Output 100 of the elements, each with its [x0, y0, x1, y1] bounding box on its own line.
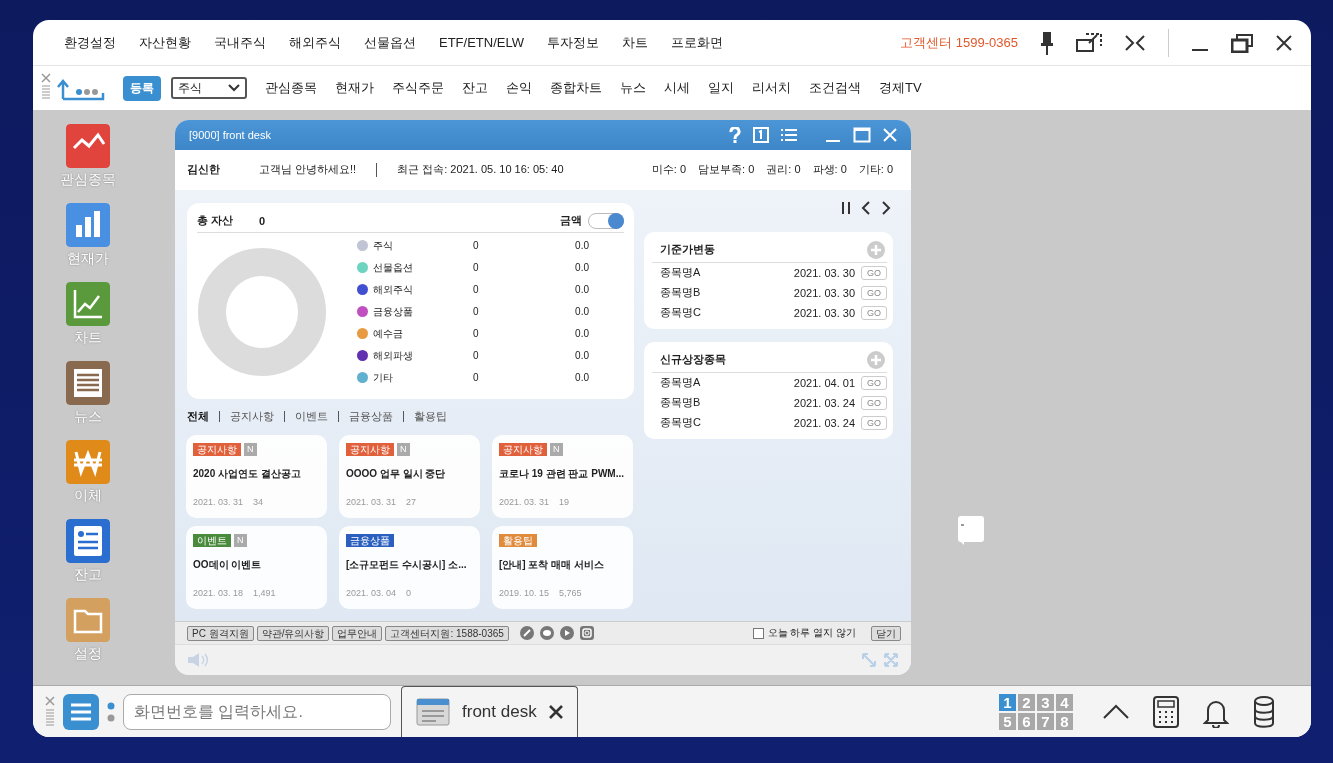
news-card[interactable]: 금융상품 [소규모펀드 수시공시] 소... 2021. 03. 04 0 — [339, 525, 480, 609]
stock-date: 2021. 04. 01 — [793, 376, 855, 389]
menu-icon[interactable] — [63, 693, 99, 730]
news-tab[interactable]: 전체 — [187, 411, 219, 423]
go-button[interactable]: GO — [861, 395, 887, 410]
view-count: 1,491 — [253, 587, 276, 598]
account-stat: 미수: 0 — [651, 162, 687, 178]
view-count: 34 — [253, 496, 264, 507]
news-card[interactable]: 공지사항 N 코로나 19 관련 판교 PWM... 2021. 03. 31 19 — [492, 434, 633, 518]
menu-icon[interactable] — [781, 127, 797, 142]
stock-date: 2021. 03. 24 — [793, 396, 855, 409]
news-card[interactable]: 공지사항 N 2020 사업연도 결산공고 2021. 03. 31 34 — [186, 434, 327, 518]
stock-date: 2021. 03. 24 — [793, 416, 855, 429]
stock-date: 2021. 03. 30 — [793, 286, 855, 299]
news-icon[interactable] — [66, 361, 110, 405]
video-play-icon[interactable] — [559, 626, 574, 641]
support-phone: 고객센터 1599-0365 — [900, 33, 1018, 52]
legend-label: 기타 — [373, 370, 394, 385]
database-icon[interactable] — [1253, 695, 1275, 728]
bar-chart-icon[interactable] — [66, 203, 110, 247]
toolbar-item[interactable]: 뉴스 — [620, 79, 646, 97]
toolbar-item[interactable]: 일지 — [708, 79, 734, 97]
news-tab[interactable]: 공지사항 — [219, 411, 284, 423]
menu-item[interactable]: 차트 — [622, 33, 648, 52]
go-button[interactable]: GO — [861, 415, 887, 430]
go-button[interactable]: GO — [861, 375, 887, 390]
go-button[interactable]: GO — [861, 265, 887, 280]
menu-item[interactable]: 해외주식 — [289, 33, 341, 52]
screen-number-field[interactable]: 화면번호를 입력하세요. — [123, 693, 391, 730]
footer-link-button[interactable]: 약관/유의사항 — [256, 625, 330, 641]
single-view-icon[interactable] — [753, 126, 769, 143]
legend-percent: 0.0 — [574, 372, 589, 384]
toolbar-item[interactable]: 주식주문 — [392, 79, 444, 97]
line-chart-icon[interactable] — [66, 282, 110, 326]
market-dropdown[interactable]: 주식 — [171, 77, 247, 99]
category-tag: 활용팁 — [499, 533, 537, 547]
news-tab[interactable]: 금융상품 — [338, 411, 403, 423]
news-tab[interactable]: 활용팁 — [403, 411, 457, 423]
next-icon[interactable] — [881, 200, 891, 215]
footer-link-button[interactable]: PC 원격지원 — [187, 625, 254, 641]
news-card[interactable]: 이벤트 N OO데이 이벤트 2021. 03. 18 1,491 — [186, 525, 327, 609]
won-icon[interactable] — [66, 440, 110, 484]
maximize-icon[interactable] — [853, 126, 871, 143]
legend-amount: 0 — [473, 262, 480, 274]
account-stat: 담보부족: 0 — [698, 162, 755, 178]
screen-capture-icon[interactable] — [1076, 32, 1102, 53]
menu-item[interactable]: 투자정보 — [547, 33, 599, 52]
toolbar-item[interactable]: 손익 — [506, 79, 532, 97]
close-icon[interactable] — [1275, 33, 1293, 52]
camera-icon[interactable] — [579, 626, 594, 641]
news-card[interactable]: 공지사항 N OOOO 업무 일시 중단 2021. 03. 31 27 — [339, 434, 480, 518]
toolbar-item[interactable]: 경제TV — [879, 79, 922, 97]
legend-amount: 0 — [473, 306, 480, 318]
menu-item[interactable]: 자산현황 — [139, 33, 191, 52]
close-icon[interactable] — [548, 705, 563, 719]
news-card[interactable]: 활용팁 [안내] 포착 매매 서비스 2019. 10. 15 5,765 — [492, 525, 633, 609]
news-date: 2021. 03. 31 — [346, 496, 397, 507]
window-tab-label[interactable]: front desk — [462, 702, 537, 722]
news-title: [안내] 포착 매매 서비스 — [499, 557, 604, 572]
menu-item[interactable]: 국내주식 — [214, 33, 266, 52]
toolbar-item[interactable]: 잔고 — [462, 79, 488, 97]
menu-item[interactable]: 환경설정 — [64, 33, 116, 52]
category-tag: 금융상품 — [346, 533, 394, 547]
pin-icon[interactable] — [1040, 30, 1054, 55]
news-tab[interactable]: 이벤트 — [284, 411, 338, 423]
stock-name: 종목명B — [660, 285, 701, 301]
chevron-up-icon[interactable] — [1103, 703, 1129, 720]
previous-icon[interactable] — [861, 200, 871, 215]
legend-percent: 0.0 — [574, 306, 589, 318]
go-button[interactable]: GO — [861, 305, 887, 320]
close-button[interactable]: 닫기 — [871, 625, 901, 641]
toolbar-item[interactable]: 종합차트 — [550, 79, 602, 97]
pause-icon[interactable] — [841, 200, 851, 215]
total-assets-value: 0 — [259, 214, 266, 227]
calculator-icon[interactable] — [1153, 695, 1179, 728]
toolbar-item[interactable]: 리서치 — [752, 79, 791, 97]
news-title: OOOO 업무 일시 중단 — [346, 466, 446, 481]
go-button[interactable]: GO — [861, 285, 887, 300]
toolbar-item[interactable]: 관심종목 — [265, 79, 317, 97]
help-icon[interactable] — [729, 126, 741, 143]
menu-item[interactable]: 프로화면 — [671, 33, 723, 52]
toolbar-item[interactable]: 시세 — [664, 79, 690, 97]
menu-item[interactable]: 선물옵션 — [364, 33, 416, 52]
account-stat: 권리: 0 — [766, 162, 801, 178]
folder-icon[interactable] — [66, 598, 110, 642]
chat-icon[interactable] — [539, 626, 554, 641]
window-tab[interactable]: front desk — [401, 685, 578, 737]
grip-icon[interactable] — [45, 695, 55, 728]
restore-icon[interactable] — [1231, 32, 1253, 53]
toggle-label: 금액 — [560, 213, 582, 229]
toolbar-item[interactable]: 현재가 — [335, 79, 374, 97]
footer-link-button[interactable]: 고객센터지원: 1588-0365 — [385, 625, 509, 641]
collapse-icon[interactable] — [1124, 33, 1146, 52]
list-card-icon[interactable] — [66, 519, 110, 563]
checkbox[interactable] — [752, 627, 764, 639]
category-tag: 공지사항 — [499, 442, 547, 456]
stock-date: 2021. 03. 30 — [793, 306, 855, 319]
menu-item[interactable]: ETF/ETN/ELW — [439, 35, 524, 50]
toolbar-item[interactable]: 조건검색 — [809, 79, 861, 97]
footer-link-button[interactable]: 업무안내 — [332, 625, 383, 641]
